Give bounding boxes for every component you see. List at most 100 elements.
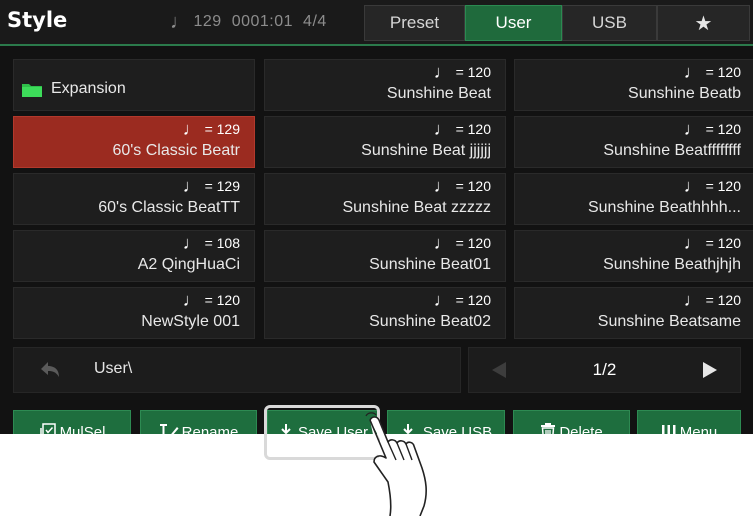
- tempo-label: ♩ = 120: [683, 290, 741, 310]
- tab-favorites[interactable]: ★: [657, 5, 750, 41]
- tempo-value: = 120: [455, 121, 491, 137]
- quarter-note-icon: ♩: [182, 176, 201, 196]
- quarter-note-icon: ♩: [433, 62, 452, 82]
- tempo-label: ♩ = 120: [433, 119, 491, 139]
- tab-label: User: [495, 13, 532, 32]
- multi-select-icon: [39, 423, 57, 434]
- quarter-note-icon: ♩: [433, 119, 452, 139]
- style-item[interactable]: ♩ = 108 A2 QingHuaCi: [13, 230, 255, 282]
- header-bar: Style ♩ 129 0001:01 4/4 Preset User USB …: [0, 0, 753, 46]
- quarter-note-icon: ♩: [683, 290, 702, 310]
- tempo-label: ♩ = 120: [683, 233, 741, 253]
- style-item[interactable]: ♩ = 120 Sunshine Beatsame: [514, 287, 753, 339]
- tab-preset[interactable]: Preset: [364, 5, 465, 41]
- tempo-value: = 129: [204, 178, 240, 194]
- status-readout: ♩ 129 0001:01 4/4: [170, 11, 327, 33]
- style-item-selected[interactable]: ♩ = 129 60's Classic Beatr: [13, 116, 255, 168]
- style-item[interactable]: ♩ = 120 Sunshine Beat01: [264, 230, 506, 282]
- save-icon: [277, 423, 295, 434]
- menu-bars-icon: [661, 424, 677, 434]
- style-item[interactable]: ♩ = 120 Sunshine Beatb: [514, 59, 753, 111]
- tempo-label: ♩ = 129: [182, 176, 240, 196]
- pencil-icon: [159, 423, 179, 434]
- quarter-note-icon: ♩: [170, 11, 191, 33]
- style-name: A2 QingHuaCi: [137, 256, 240, 273]
- star-icon: ★: [694, 12, 713, 35]
- path-bar: User\: [13, 347, 461, 393]
- tempo-label: ♩ = 129: [182, 119, 240, 139]
- tab-user[interactable]: User: [465, 5, 562, 41]
- trash-icon: [540, 423, 556, 434]
- tab-label: USB: [592, 13, 627, 32]
- style-item[interactable]: ♩ = 120 Sunshine Beat jjjjjj: [264, 116, 506, 168]
- prev-page-button[interactable]: [469, 348, 529, 392]
- tempo-label: ♩ = 120: [433, 62, 491, 82]
- back-arrow-icon: [41, 362, 59, 377]
- pointing-hand-icon: [365, 412, 427, 516]
- quarter-note-icon: ♩: [433, 176, 452, 196]
- style-name: Sunshine Beatb: [628, 85, 741, 102]
- style-item[interactable]: ♩ = 120 Sunshine Beatffffffff: [514, 116, 753, 168]
- mulsel-button[interactable]: MulSel: [13, 410, 131, 434]
- next-page-button[interactable]: [680, 348, 740, 392]
- time-signature: 4/4: [303, 13, 327, 30]
- style-name: NewStyle 001: [141, 313, 240, 330]
- quarter-note-icon: ♩: [683, 119, 702, 139]
- quarter-note-icon: ♩: [182, 119, 201, 139]
- quarter-note-icon: ♩: [683, 176, 702, 196]
- tempo-label: ♩ = 108: [183, 234, 240, 252]
- tab-label: Preset: [389, 13, 440, 32]
- menu-button[interactable]: Menu: [637, 410, 741, 434]
- song-position: 0001:01: [231, 13, 294, 30]
- tempo-value: = 108: [204, 235, 240, 251]
- pager: 1/2: [468, 347, 741, 393]
- quarter-note-icon: ♩: [683, 233, 702, 253]
- tempo-value: = 120: [705, 178, 741, 194]
- tempo-value: = 120: [705, 235, 741, 251]
- delete-button[interactable]: Delete: [513, 410, 630, 434]
- style-name: Expansion: [51, 80, 126, 97]
- quarter-note-icon: ♩: [433, 233, 452, 253]
- folder-item-expansion[interactable]: Expansion: [13, 59, 255, 111]
- tempo-value: 129: [193, 13, 222, 30]
- tempo-label: ♩ = 120: [683, 176, 741, 196]
- tempo-label: ♩ = 120: [433, 290, 491, 310]
- style-name: 60's Classic Beatr: [112, 142, 240, 159]
- style-name: Sunshine Beatsame: [597, 313, 741, 330]
- style-screen: Style ♩ 129 0001:01 4/4 Preset User USB …: [0, 0, 753, 434]
- tempo-label: ♩ = 120: [683, 62, 741, 82]
- tempo-value: = 120: [455, 292, 491, 308]
- style-name: Sunshine Beat jjjjjj: [361, 142, 491, 159]
- tempo-label: ♩ = 120: [433, 176, 491, 196]
- style-item[interactable]: ♩ = 129 60's Classic BeatTT: [13, 173, 255, 225]
- quarter-note-icon: ♩: [182, 290, 201, 310]
- quarter-note-icon: ♩: [683, 62, 702, 82]
- tempo-value: = 120: [455, 178, 491, 194]
- style-item[interactable]: ♩ = 120 Sunshine Beathhhh...: [514, 173, 753, 225]
- style-item[interactable]: ♩ = 120 Sunshine Beathjhjh: [514, 230, 753, 282]
- style-item[interactable]: ♩ = 120 Sunshine Beat02: [264, 287, 506, 339]
- button-label: Rename: [181, 423, 239, 435]
- style-item[interactable]: ♩ = 120 Sunshine Beat: [264, 59, 506, 111]
- tempo-label: ♩ = 120: [683, 119, 741, 139]
- button-label: Menu: [679, 423, 718, 435]
- style-item[interactable]: ♩ = 120 Sunshine Beat zzzzz: [264, 173, 506, 225]
- triangle-right-icon: [703, 362, 717, 378]
- page-title: Style: [7, 8, 68, 32]
- tempo-label: ♩ = 120: [433, 233, 491, 253]
- tempo-value: = 120: [705, 292, 741, 308]
- style-name: Sunshine Beathhhh...: [587, 199, 741, 216]
- tempo-value: = 129: [204, 121, 240, 137]
- triangle-left-icon: [492, 362, 506, 378]
- button-label: Delete: [559, 423, 603, 435]
- button-label: MulSel: [59, 423, 106, 435]
- style-name: Sunshine Beatffffffff: [603, 142, 741, 159]
- rename-button[interactable]: Rename: [140, 410, 257, 434]
- style-name: Sunshine Beat02: [369, 313, 491, 330]
- quarter-note-icon: ♩: [433, 290, 452, 310]
- tempo-value: = 120: [455, 235, 491, 251]
- tempo-value: = 120: [204, 292, 240, 308]
- style-item[interactable]: ♩ = 120 NewStyle 001: [13, 287, 255, 339]
- tab-usb[interactable]: USB: [562, 5, 657, 41]
- back-button[interactable]: [14, 348, 86, 392]
